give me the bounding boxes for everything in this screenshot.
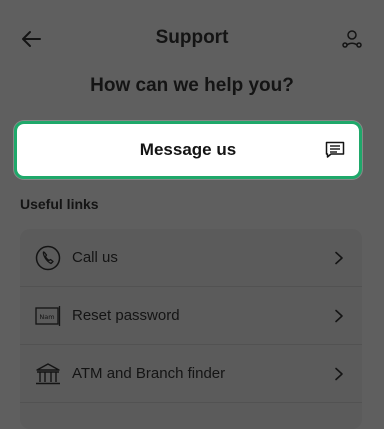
list-item-label: ATM and Branch finder	[72, 365, 226, 382]
phone-icon	[35, 245, 61, 271]
useful-links-list: Call us Nam Reset password ATM and Branc…	[20, 229, 362, 429]
chevron-right-icon	[332, 309, 346, 323]
chevron-right-icon	[332, 251, 346, 265]
app-header: Support	[0, 0, 384, 76]
message-us-button[interactable]: Message us	[14, 121, 362, 179]
list-item-reset-password[interactable]: Nam Reset password	[20, 287, 362, 345]
name-card-icon-text: Nam	[39, 313, 54, 321]
message-us-label: Message us	[139, 140, 237, 159]
list-item-label: Reset password	[72, 307, 180, 324]
page-title: Support	[155, 27, 229, 48]
useful-links-heading: Useful links	[20, 196, 99, 212]
list-item-atm-branch-finder[interactable]: ATM and Branch finder	[20, 345, 362, 403]
person-network-icon	[341, 28, 363, 50]
profile-button[interactable]	[340, 27, 364, 51]
name-card-icon: Nam	[35, 303, 61, 329]
bank-building-icon	[35, 361, 61, 387]
help-heading: How can we help you?	[90, 75, 294, 96]
chat-message-icon	[324, 140, 346, 160]
chevron-right-icon	[332, 367, 346, 381]
list-item-label: Call us	[72, 249, 118, 266]
list-item-call-us[interactable]: Call us	[20, 229, 362, 287]
